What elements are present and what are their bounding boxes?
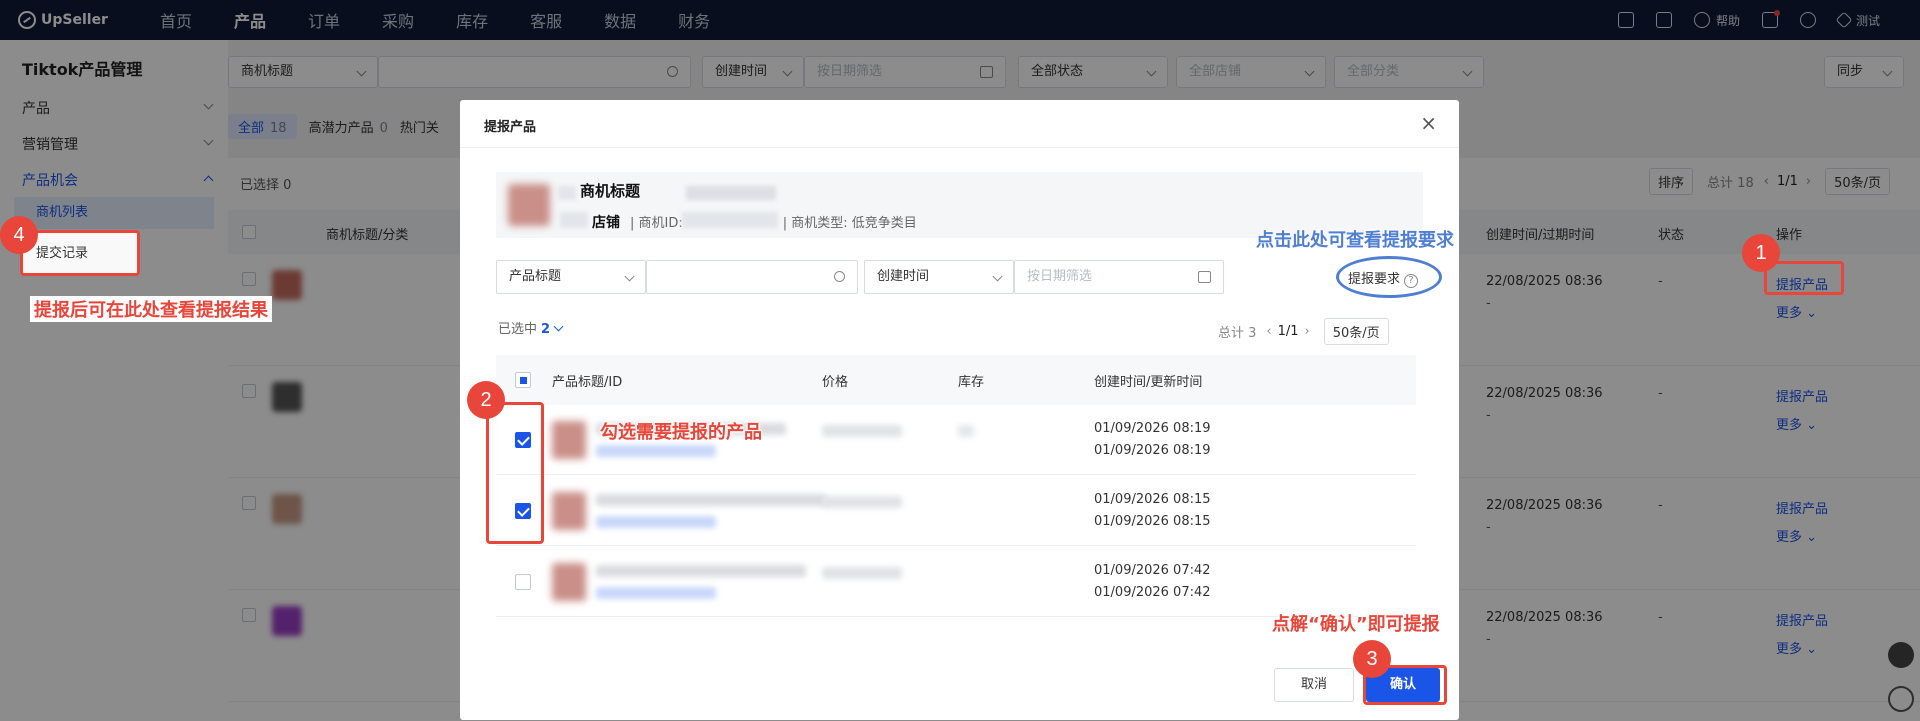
col-time: 创建时间/更新时间 — [1094, 375, 1203, 390]
chevron-down-icon — [992, 271, 1003, 282]
redacted-text — [558, 186, 576, 200]
product-image — [552, 563, 586, 601]
modal-title: 提报产品 — [484, 120, 537, 135]
calendar-icon — [1198, 271, 1211, 283]
col-product-title: 产品标题/ID — [552, 375, 623, 390]
redacted-id — [596, 445, 716, 457]
redacted-text — [560, 212, 588, 228]
opportunity-thumbnail — [508, 184, 550, 226]
chevron-down-icon — [553, 321, 564, 332]
product-field-value: 产品标题 — [509, 269, 562, 284]
opportunity-type: | 商机类型: 低竞争类目 — [782, 216, 917, 231]
store-label: 店铺 — [592, 215, 620, 231]
prev-page-icon[interactable]: ‹ — [1266, 324, 1271, 339]
modal-table-header: 产品标题/ID 价格 库存 创建时间/更新时间 — [496, 355, 1416, 405]
opportunity-title: 商机标题 — [580, 182, 641, 200]
modal-select-all-checkbox[interactable] — [515, 372, 531, 388]
col-stock: 库存 — [958, 375, 985, 390]
row-created: 01/09/2026 08:15 — [1094, 492, 1211, 507]
redacted-text — [686, 186, 776, 200]
modal-per-page-select[interactable]: 50条/页 — [1323, 318, 1389, 345]
col-price: 价格 — [822, 375, 849, 390]
redacted-id — [596, 516, 716, 528]
step-4-badge: 4 — [0, 216, 38, 254]
redacted-price — [822, 496, 902, 508]
check-hint: 勾选需要提报的产品 — [600, 422, 762, 443]
selected-label: 已选中 — [498, 322, 538, 337]
step-2-badge: 2 — [467, 381, 505, 419]
product-date-placeholder: 按日期筛选 — [1027, 269, 1093, 284]
product-checkbox[interactable] — [515, 574, 531, 590]
product-time-value: 创建时间 — [877, 269, 930, 284]
row-created: 01/09/2026 08:19 — [1094, 421, 1211, 436]
step-1-badge: 1 — [1742, 234, 1780, 272]
highlight-requirements — [1336, 256, 1442, 298]
product-image — [552, 421, 586, 459]
highlight-submit-product — [1764, 261, 1844, 295]
product-time-select[interactable]: 创建时间 — [864, 260, 1014, 294]
highlight-checkboxes — [486, 402, 544, 544]
cancel-button[interactable]: 取消 — [1274, 668, 1354, 702]
modal-total: 总计 3 — [1218, 326, 1257, 341]
product-search-input[interactable] — [646, 260, 858, 294]
redacted-price — [822, 425, 902, 437]
close-icon[interactable]: × — [1420, 113, 1437, 133]
records-hint: 提报后可在此处查看提报结果 — [30, 296, 272, 322]
row-updated: 01/09/2026 07:42 — [1094, 585, 1211, 600]
search-icon — [834, 271, 845, 282]
redacted-price — [822, 567, 902, 579]
product-row: 01/09/2026 08:15 01/09/2026 08:15 — [496, 476, 1416, 546]
chevron-down-icon — [624, 271, 635, 282]
opportunity-id-label: | 商机ID: — [630, 216, 683, 231]
product-date-input[interactable]: 按日期筛选 — [1014, 260, 1224, 294]
redacted-stock — [958, 425, 974, 437]
selected-count: 2 — [541, 322, 551, 337]
confirm-hint: 点解“确认”即可提报 — [1272, 614, 1440, 635]
redacted-text — [682, 212, 778, 228]
selected-summary[interactable]: 已选中 2 — [498, 318, 564, 337]
submission-records-label: 提交记录 — [36, 246, 89, 261]
modal-header: 提报产品 × — [460, 100, 1459, 148]
step-3-badge: 3 — [1353, 640, 1391, 678]
row-updated: 01/09/2026 08:19 — [1094, 443, 1211, 458]
row-created: 01/09/2026 07:42 — [1094, 563, 1211, 578]
product-row: 01/09/2026 07:42 01/09/2026 07:42 — [496, 547, 1416, 617]
redacted-title — [596, 565, 806, 577]
next-page-icon[interactable]: › — [1305, 324, 1310, 339]
product-field-select[interactable]: 产品标题 — [496, 260, 646, 294]
modal-page: 1/1 — [1277, 324, 1299, 339]
product-image — [552, 492, 586, 530]
redacted-id — [596, 587, 716, 599]
row-updated: 01/09/2026 08:15 — [1094, 514, 1211, 529]
modal-pager: 总计 3 ‹ 1/1 › 50条/页 — [1218, 318, 1389, 345]
redacted-title — [596, 494, 826, 506]
requirements-hint: 点击此处可查看提报要求 — [1256, 230, 1454, 251]
